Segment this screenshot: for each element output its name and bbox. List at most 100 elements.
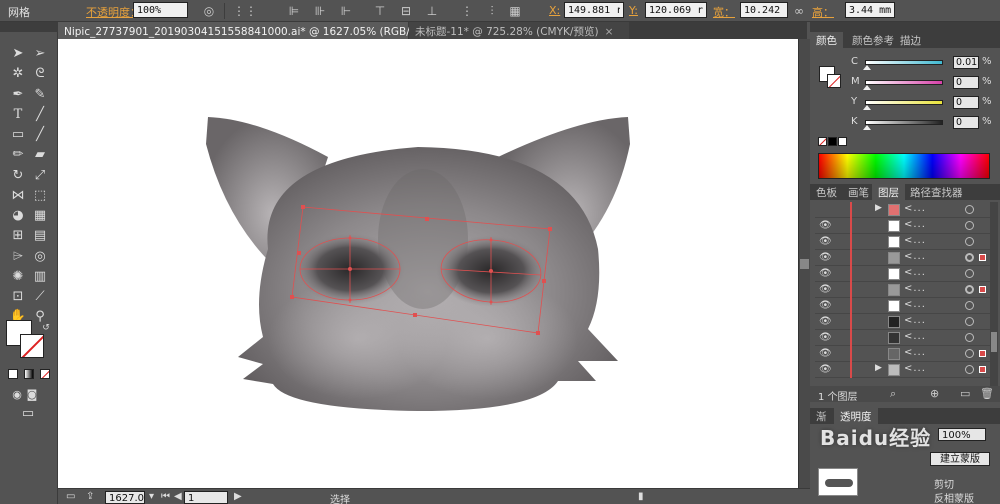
pen-tool-icon[interactable]: ✒ [8,86,28,104]
slider-value[interactable]: 0 [953,96,979,109]
hscroll-thumb[interactable]: ▮ [638,491,644,502]
prev-page-icon[interactable]: ◀ [174,491,182,502]
slider-k[interactable]: K 0 % [851,116,996,130]
menu-grid[interactable]: 网格 [8,4,30,20]
layer-row[interactable]: 👁 <... [815,250,991,266]
color-mode-gradient[interactable] [24,369,34,379]
scroll-thumb[interactable] [800,259,809,269]
distribute-h-icon[interactable]: ⫶ [484,3,500,19]
mesh-tool-icon[interactable]: ⊞ [8,227,28,245]
width-tool-icon[interactable]: ⋈ [8,187,28,205]
blend-tool-icon[interactable]: ◎ [30,248,50,266]
new-layer-icon[interactable]: ▭ [960,387,970,400]
black-swatch[interactable] [828,137,837,146]
direct-selection-tool-icon[interactable]: ➢ [30,45,50,63]
align-top-icon[interactable]: ⊤ [372,3,388,19]
rectangle-tool-icon[interactable]: ▭ [8,126,28,144]
layer-row[interactable]: 👁 <... [815,218,991,234]
x-input[interactable] [564,2,624,18]
reference-point-icon[interactable]: ⋮⋮ [233,3,257,19]
export-icon[interactable]: ⇪ [86,491,94,502]
gradient-tool-icon[interactable]: ▤ [30,227,50,245]
pencil-tool-icon[interactable]: ✏ [8,146,28,164]
lasso-icon[interactable]: ᘓ [30,65,50,83]
symbol-sprayer-icon[interactable]: ✺ [8,268,28,286]
layer-row[interactable]: 👁 <... [815,314,991,330]
paintbrush-icon[interactable]: ╱ [30,126,50,144]
artboard-canvas[interactable] [58,39,798,488]
recolor-icon[interactable]: ◎ [201,3,217,19]
layer-row[interactable]: 👁 ▶ <... [815,362,991,378]
tab-nipic[interactable]: Nipic_27737901_20190304151558841000.ai* … [58,22,450,39]
layer-row[interactable]: 👁 <... [815,346,991,362]
layer-row[interactable]: 👁 <... [815,298,991,314]
link-icon[interactable]: ∞ [791,3,807,19]
curvature-tool-icon[interactable]: ✎ [30,86,50,104]
swap-icon[interactable]: ↺ [36,319,56,337]
align-bottom-icon[interactable]: ⊥ [424,3,440,19]
tab-layers[interactable]: 图层 [872,184,905,200]
draw-inside-icon[interactable]: ◙ [22,386,42,404]
tab-brushes[interactable]: 画笔 [842,184,875,200]
artboard-tool-icon[interactable]: ⊡ [8,288,28,306]
chevron-down-icon[interactable]: ▾ [149,491,154,502]
layer-row[interactable]: 👁 <... [815,330,991,346]
artboard-nav-icon[interactable]: ▭ [66,491,75,502]
selection-tool-icon[interactable]: ➤ [8,45,28,63]
color-mode-none[interactable] [40,369,50,379]
invert-mask-checkbox[interactable]: 反相蒙版 [934,490,974,504]
align-right-icon[interactable]: ⊩ [338,3,354,19]
slider-value[interactable]: 0.01 [953,56,979,69]
scale-tool-icon[interactable]: ⤢ [30,167,50,185]
layer-row[interactable]: 👁 <... [815,234,991,250]
shape-builder-icon[interactable]: ◕ [8,207,28,225]
transform-icon[interactable]: ▦ [507,3,523,19]
transparency-opacity[interactable]: 100% [938,428,986,441]
zoom-field[interactable]: 1627.0 [105,491,145,504]
type-tool-icon[interactable]: T [8,106,28,124]
tab-color[interactable]: 颜色 [810,32,843,48]
layer-row[interactable]: 👁 <... [815,266,991,282]
eyedropper-icon[interactable]: ⌲ [8,248,28,266]
eraser-icon[interactable]: ▰ [30,146,50,164]
locate-icon[interactable]: ⌕ [890,387,896,401]
trash-icon[interactable]: 🗑 [980,387,994,400]
align-middle-icon[interactable]: ⊟ [398,3,414,19]
y-label[interactable]: Y: [629,4,638,17]
stroke-swatch-mini[interactable] [827,74,841,88]
distribute-icon[interactable]: ⋮ [459,3,475,19]
free-transform-icon[interactable]: ⬚ [30,187,50,205]
stroke-swatch[interactable] [20,334,44,358]
new-sublayer-icon[interactable]: ⊕ [930,387,939,400]
white-swatch[interactable] [838,137,847,146]
make-mask-button[interactable]: 建立蒙版 [930,452,990,466]
next-page-icon[interactable]: ▶ [234,491,242,502]
w-label[interactable]: 宽： [713,4,735,20]
page-field[interactable]: 1 [184,491,228,504]
slider-m[interactable]: M 0 % [851,76,996,90]
slider-y[interactable]: Y 0 % [851,96,996,110]
slider-value[interactable]: 0 [953,76,979,89]
line-tool-icon[interactable]: ╱ [30,106,50,124]
align-center-icon[interactable]: ⊪ [312,3,328,19]
tab-swatches[interactable]: 色板 [810,184,843,200]
clip-checkbox[interactable]: 剪切 [934,476,954,491]
h-input[interactable] [845,2,895,18]
panel-scrollbar[interactable] [990,202,998,386]
cat-face-artwork[interactable] [58,39,798,488]
x-label[interactable]: X: [549,4,560,17]
w-input[interactable] [740,2,788,18]
tab-pathfinder[interactable]: 路径查找器 [904,184,969,200]
tab-untitled[interactable]: 未标题-11* @ 725.28% (CMYK/预览) × [409,22,629,39]
layer-row[interactable]: ▶ <... [815,202,991,218]
tab-stroke[interactable]: 描边 [894,32,927,48]
close-icon[interactable]: × [605,26,614,38]
mask-thumbnail[interactable] [818,468,858,496]
slider-c[interactable]: C 0.01 % [851,56,996,70]
rotate-tool-icon[interactable]: ↻ [8,167,28,185]
first-page-icon[interactable]: ⏮ [161,491,170,502]
color-mode-color[interactable] [8,369,18,379]
slider-value[interactable]: 0 [953,116,979,129]
align-left-icon[interactable]: ⊫ [286,3,302,19]
h-label[interactable]: 高： [812,4,834,20]
